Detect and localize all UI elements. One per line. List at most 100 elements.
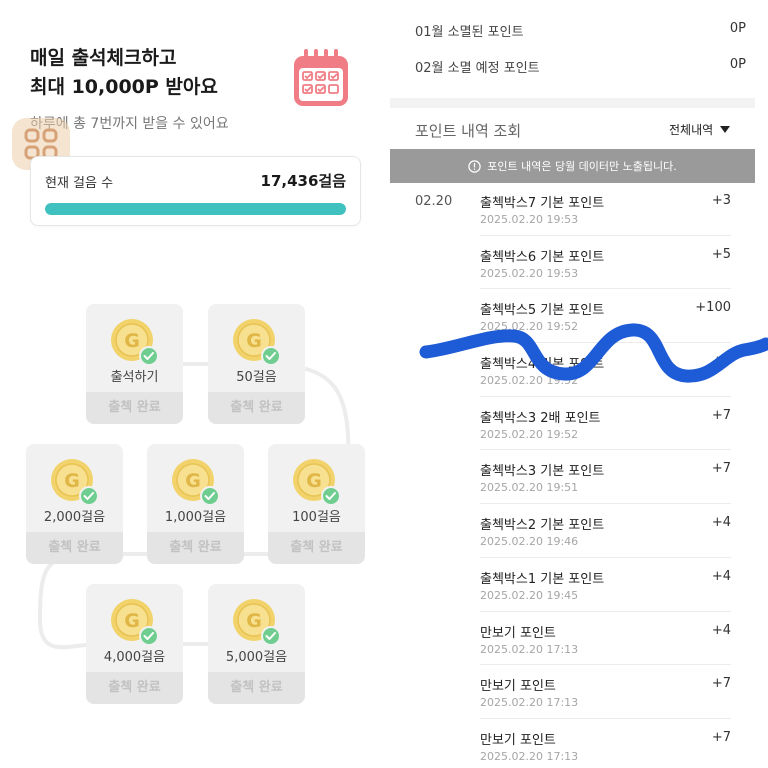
history-list: 출첵박스7 기본 포인트 2025.02.20 19:53 +3 출첵박스6 기본 포… (480, 182, 731, 768)
check-icon (139, 346, 158, 366)
reward-card[interactable]: G 1,000걸음출첵 완료 (147, 444, 244, 564)
expiring-points-value: 0P (729, 57, 746, 72)
history-item-value: +6 (711, 354, 731, 370)
coin-icon: G (293, 459, 340, 506)
caret-down-icon (720, 126, 731, 133)
coin-letter: G (124, 610, 140, 632)
points-panel: 01월 소멸된 포인트 0P 02월 소멸 예정 포인트 0P 포인트 내역 조… (390, 0, 768, 768)
history-item: 출첵박스3 기본 포인트 2025.02.20 19:51 +7 (480, 450, 731, 505)
history-item-time: 2025.02.20 17:13 (480, 642, 579, 656)
history-item: 만보기 포인트 2025.02.20 17:13 +7 (480, 665, 731, 719)
coin-icon: G (51, 459, 98, 506)
history-filter-label: 전체내역 (669, 123, 714, 137)
coin-icon: G (172, 459, 219, 506)
reward-card[interactable]: G 50걸음출첵 완료 (208, 304, 305, 424)
history-item-value: +3 (711, 193, 731, 208)
expiring-points-row: 02월 소멸 예정 포인트 0P (415, 57, 746, 76)
attendance-done-button[interactable]: 출첵 완료 (26, 532, 123, 564)
info-icon (468, 159, 481, 173)
reward-label: 2,000걸음 (43, 510, 106, 525)
expired-points-value: 0P (729, 21, 746, 36)
history-item-name: 출첵박스5 기본 포인트 (480, 303, 605, 319)
history-item: 출첵박스4 기본 포인트 2025.02.20 19:52 +6 (480, 343, 731, 397)
history-title: 포인트 내역 조회 (415, 122, 522, 140)
notice-banner: 포인트 내역은 당월 데이터만 노출됩니다. (390, 149, 755, 183)
reward-label: 4,000걸음 (103, 650, 166, 665)
attendance-done-button[interactable]: 출첵 완료 (208, 672, 305, 704)
reward-card[interactable]: G 100걸음 출첵 완료 (268, 444, 365, 564)
history-item-name: 출첵박스7 기본 포인트 (480, 196, 605, 211)
attendance-done-button[interactable]: 출첵 완료 (208, 392, 305, 424)
reward-card[interactable]: G 5,000걸음출첵 완료 (208, 584, 305, 704)
attendance-done-button[interactable]: 출첵 완료 (86, 392, 183, 424)
reward-card[interactable]: G 출석하기 출첵 완료 (86, 304, 183, 424)
history-item-time: 2025.02.20 19:51 (480, 481, 579, 495)
check-icon (321, 486, 340, 506)
history-item-time: 2025.02.20 19:52 (480, 320, 579, 334)
attendance-done-button[interactable]: 출첵 완료 (268, 532, 365, 564)
coin-letter: G (124, 330, 140, 352)
history-item-name: 출첵박스4 기본 포인트 (480, 357, 605, 373)
coin-icon: G (111, 599, 158, 646)
history-item-name: 출첵박스1 기본 포인트 (480, 571, 605, 587)
history-item-value: +7 (711, 676, 731, 692)
history-item-value: +7 (711, 729, 731, 745)
expiring-points-label: 02월 소멸 예정 포인트 (415, 61, 540, 76)
reward-card[interactable]: G 4,000걸음출첵 완료 (86, 584, 183, 704)
history-item-name: 출첵박스3 2배 포인트 (480, 410, 601, 426)
history-item-value: +4 (711, 515, 731, 531)
headline-line2: 최대 10,000P 받아요 (30, 76, 218, 98)
history-item: 출첵박스7 기본 포인트 2025.02.20 19:53 +3 (480, 182, 731, 236)
attendance-done-button[interactable]: 출첵 완료 (147, 532, 244, 564)
history-item-time: 2025.02.20 17:13 (480, 696, 579, 710)
history-item-value: +100 (695, 300, 731, 316)
history-item-name: 출첵박스2 기본 포인트 (480, 518, 605, 534)
history-item-name: 출첵박스6 기본 포인트 (480, 249, 605, 265)
attendance-done-button[interactable]: 출첵 완료 (86, 672, 183, 704)
history-filter-dropdown[interactable]: 전체내역 (669, 121, 731, 138)
notice-text: 포인트 내역은 당월 데이터만 노출됩니다. (487, 160, 677, 173)
history-item-time: 2025.02.20 19:53 (480, 266, 579, 280)
coin-letter: G (185, 470, 201, 492)
calendar-icon (294, 49, 348, 106)
history-item: 만보기 포인트 2025.02.20 17:13 +7 (480, 719, 731, 768)
check-icon (200, 486, 219, 506)
history-item-value: +4 (711, 568, 731, 584)
history-item: 출첵박스6 기본 포인트 2025.02.20 19:53 +5 (480, 236, 731, 290)
history-item-name: 만보기 포인트 (480, 679, 556, 695)
history-item-time: 2025.02.20 19:52 (480, 427, 579, 441)
history-item-name: 출첵박스3 기본 포인트 (480, 464, 605, 480)
history-item-value: +7 (711, 461, 731, 477)
history-item-value: +4 (711, 622, 731, 638)
history-item: 출첵박스1 기본 포인트 2025.02.20 19:45 +4 (480, 558, 731, 612)
step-progress-bar (45, 203, 346, 215)
coin-letter: G (306, 470, 322, 492)
reward-card[interactable]: G 2,000걸음출첵 완료 (26, 444, 123, 564)
history-item-time: 2025.02.20 19:52 (480, 374, 579, 388)
coin-icon: G (233, 599, 280, 646)
history-item-name: 만보기 포인트 (480, 625, 556, 641)
page-title: 매일 출석체크하고 최대 10,000P 받아요 (30, 44, 218, 102)
coin-letter: G (64, 470, 80, 492)
expired-points-row: 01월 소멸된 포인트 0P (415, 21, 746, 40)
coin-icon: G (111, 319, 158, 366)
reward-label: 5,000걸음 (225, 650, 288, 665)
check-icon (79, 486, 98, 506)
reward-label: 1,000걸음 (164, 510, 227, 525)
history-item: 출첵박스2 기본 포인트 2025.02.20 19:46 +4 (480, 504, 731, 558)
history-item-name: 만보기 포인트 (480, 732, 556, 748)
coin-icon: G (233, 319, 280, 366)
history-item-time: 2025.02.20 17:13 (480, 749, 579, 763)
history-item: 출첵박스5 기본 포인트 2025.02.20 19:52 +100 (480, 289, 731, 344)
expired-points-label: 01월 소멸된 포인트 (415, 25, 524, 40)
step-count-label: 현재 걸음 수 (45, 176, 114, 191)
history-item-time: 2025.02.20 19:45 (480, 588, 579, 602)
history-item-value: +7 (711, 407, 731, 423)
reward-label: 50걸음 (236, 370, 277, 385)
section-divider (390, 98, 755, 108)
history-item: 출첵박스3 2배 포인트 2025.02.20 19:52 +7 (480, 397, 731, 451)
history-item-time: 2025.02.20 19:46 (480, 535, 579, 549)
history-date: 02.20 (415, 194, 453, 209)
attendance-panel: 매일 출석체크하고 최대 10,000P 받아요 하루에 총 7번까지 받을 수… (0, 0, 376, 768)
history-item-time: 2025.02.20 19:53 (480, 213, 579, 226)
